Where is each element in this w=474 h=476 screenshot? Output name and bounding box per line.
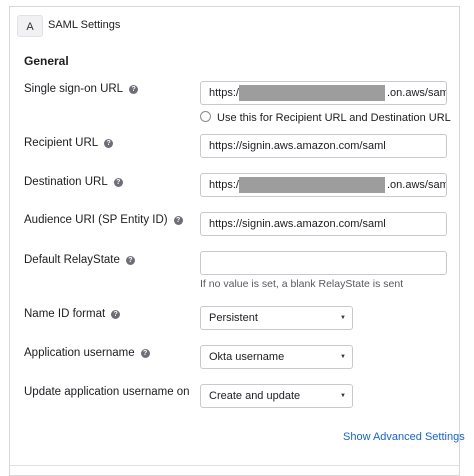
app-username-value: Okta username bbox=[209, 351, 285, 363]
audience-uri-label-text: Audience URI (SP Entity ID) bbox=[24, 214, 168, 226]
sso-url-suffix: .on.aws/saml bbox=[387, 87, 447, 99]
update-username-label: Update application username on bbox=[24, 386, 190, 398]
update-username-value: Create and update bbox=[209, 390, 301, 402]
panel-title: SAML Settings bbox=[48, 19, 121, 31]
chevron-down-icon: ▼ bbox=[340, 354, 346, 360]
relay-state-label-text: Default RelayState bbox=[24, 254, 120, 266]
name-id-format-value: Persistent bbox=[209, 312, 258, 324]
help-icon[interactable]: ? bbox=[104, 139, 114, 148]
app-username-label: Application username? bbox=[24, 347, 150, 359]
name-id-format-select[interactable]: Persistent ▼ bbox=[200, 306, 353, 330]
sso-url-label: Single sign-on URL? bbox=[24, 83, 139, 95]
saml-settings-panel: A SAML Settings General Single sign-on U… bbox=[9, 6, 465, 476]
help-icon[interactable]: ? bbox=[140, 349, 150, 358]
chevron-down-icon: ▼ bbox=[340, 393, 346, 399]
redacted-block bbox=[239, 177, 385, 193]
destination-url-prefix: https:// bbox=[209, 179, 243, 191]
audience-uri-label: Audience URI (SP Entity ID)? bbox=[24, 214, 183, 226]
divider bbox=[10, 465, 459, 466]
show-advanced-settings-link[interactable]: Show Advanced Settings bbox=[343, 431, 465, 443]
update-username-select[interactable]: Create and update ▼ bbox=[200, 384, 353, 408]
section-title: General bbox=[24, 54, 69, 68]
name-id-format-label-text: Name ID format bbox=[24, 308, 106, 320]
destination-url-input[interactable]: https:// .on.aws/saml bbox=[200, 173, 447, 197]
sso-url-input[interactable]: https:// .on.aws/saml bbox=[200, 81, 447, 105]
relay-state-input[interactable] bbox=[200, 251, 447, 275]
destination-url-label: Destination URL? bbox=[24, 176, 123, 188]
app-username-label-text: Application username bbox=[24, 347, 135, 359]
redacted-block bbox=[239, 85, 385, 101]
name-id-format-label: Name ID format? bbox=[24, 308, 121, 320]
relay-state-hint: If no value is set, a blank RelayState i… bbox=[200, 278, 404, 290]
step-badge: A bbox=[17, 15, 43, 37]
panel-header: A SAML Settings bbox=[10, 7, 459, 40]
recipient-url-label-text: Recipient URL bbox=[24, 137, 99, 149]
help-icon[interactable]: ? bbox=[113, 178, 123, 187]
destination-url-suffix: .on.aws/saml bbox=[387, 179, 447, 191]
destination-url-label-text: Destination URL bbox=[24, 176, 108, 188]
relay-state-label: Default RelayState? bbox=[24, 254, 135, 266]
recipient-url-label: Recipient URL? bbox=[24, 137, 114, 149]
use-for-recipient-label: Use this for Recipient URL and Destinati… bbox=[217, 112, 451, 124]
help-icon[interactable]: ? bbox=[173, 216, 183, 225]
use-for-recipient-checkbox[interactable] bbox=[200, 111, 211, 122]
sso-url-prefix: https:// bbox=[209, 87, 243, 99]
app-username-select[interactable]: Okta username ▼ bbox=[200, 345, 353, 369]
sso-url-label-text: Single sign-on URL bbox=[24, 83, 124, 95]
chevron-down-icon: ▼ bbox=[340, 315, 346, 321]
audience-uri-input[interactable]: https://signin.aws.amazon.com/saml bbox=[200, 212, 447, 236]
help-icon[interactable]: ? bbox=[129, 85, 139, 94]
help-icon[interactable]: ? bbox=[125, 256, 135, 265]
help-icon[interactable]: ? bbox=[111, 310, 121, 319]
recipient-url-input[interactable]: https://signin.aws.amazon.com/saml bbox=[200, 134, 447, 158]
recipient-destination-option[interactable]: Use this for Recipient URL and Destinati… bbox=[200, 111, 451, 124]
